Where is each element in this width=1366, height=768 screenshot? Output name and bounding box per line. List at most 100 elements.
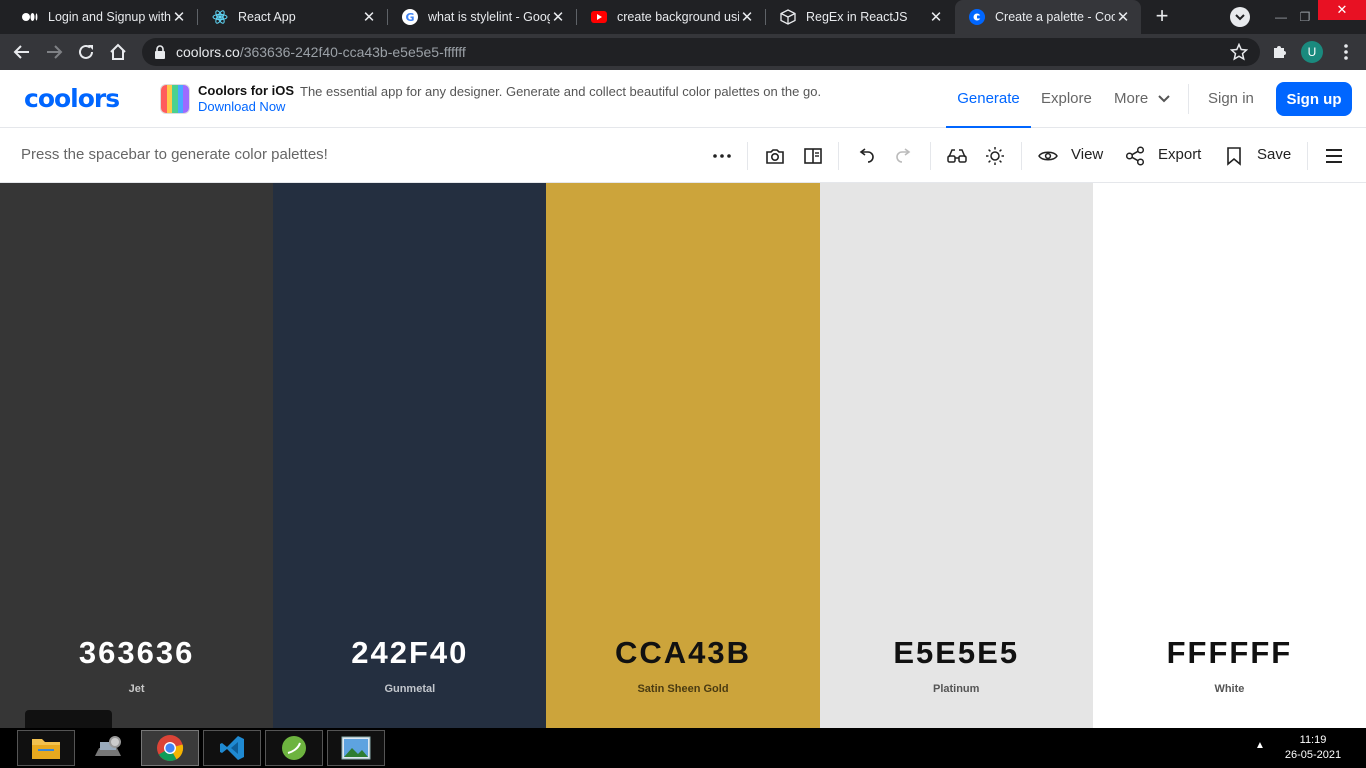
nav-explore[interactable]: Explore [1041,90,1092,107]
color-swatch[interactable]: 363636 Jet [0,183,274,728]
color-swatch[interactable]: FFFFFF White [1092,183,1366,728]
chevron-down-icon [1158,94,1170,102]
windows-taskbar: ▲ 11:19 26-05-2021 [0,728,1366,768]
tab-title: Create a palette - Coolo [995,10,1115,24]
tab-search-button[interactable] [1230,7,1250,27]
file-explorer-button[interactable] [17,730,75,766]
address-bar[interactable]: coolors.co/363636-242f40-cca43b-e5e5e5-f… [142,38,1260,66]
computer-gear-icon [95,736,121,756]
close-icon[interactable]: ✕ [171,8,187,26]
chrome-taskbar-button[interactable] [141,730,199,766]
arrow-right-icon [47,45,63,59]
spring-icon [282,736,306,760]
reload-button[interactable] [74,40,98,64]
color-name[interactable]: Platinum [820,683,1093,695]
browser-tab[interactable]: Login and Signup with ✕ [8,0,197,34]
download-now-link[interactable]: Download Now [198,99,285,114]
color-blindness-button[interactable] [945,144,969,168]
hex-code[interactable]: 363636 [0,635,273,671]
ellipsis-icon [713,154,731,158]
bookmark-star-icon[interactable] [1229,42,1249,66]
close-icon[interactable]: ✕ [550,8,566,26]
close-icon[interactable]: ✕ [361,8,377,26]
window-close-button[interactable]: ✕ [1318,0,1366,20]
nav-more[interactable]: More [1114,90,1171,107]
split-panel-icon [804,148,822,164]
adjust-palette-button[interactable] [983,144,1007,168]
extensions-button[interactable] [1268,40,1292,64]
kebab-menu-icon [1344,44,1348,60]
generator-toolbar: Press the spacebar to generate color pal… [0,128,1366,183]
close-icon[interactable]: ✕ [1115,8,1131,26]
sign-up-button[interactable]: Sign up [1276,82,1352,116]
color-name[interactable]: White [1093,683,1366,695]
color-swatch[interactable]: 242F40 Gunmetal [273,183,547,728]
browser-tab[interactable]: G what is stylelint - Googl ✕ [388,0,576,34]
browser-toolbar: coolors.co/363636-242f40-cca43b-e5e5e5-f… [0,34,1366,70]
close-icon[interactable]: ✕ [928,8,944,26]
hex-code[interactable]: E5E5E5 [820,635,1093,671]
promo-text: The essential app for any designer. Gene… [300,84,822,99]
browser-tab-active[interactable]: Create a palette - Coolo ✕ [955,0,1141,34]
undo-icon [859,148,874,163]
system-clock[interactable]: 11:19 26-05-2021 [1278,733,1348,763]
export-image-button[interactable] [763,144,787,168]
share-icon [1125,146,1145,166]
palette-view-button[interactable] [801,144,825,168]
url-host: coolors.co [176,44,240,60]
hex-code[interactable]: FFFFFF [1093,635,1366,671]
camera-icon [766,149,784,164]
color-swatch[interactable]: CCA43B Satin Sheen Gold [546,183,820,728]
tab-title: what is stylelint - Googl [428,10,550,24]
tab-title: RegEx in ReactJS [806,10,908,24]
glasses-icon [947,149,967,163]
ios-app-icon[interactable] [160,84,190,114]
view-label[interactable]: View [1071,146,1103,163]
export-label[interactable]: Export [1158,146,1201,163]
codesandbox-icon [780,9,796,25]
color-name[interactable]: Jet [0,683,273,695]
profile-avatar[interactable]: U [1301,41,1323,63]
browser-menu-button[interactable] [1334,40,1358,64]
maximize-button[interactable]: ❐ [1294,0,1316,34]
hex-code[interactable]: 242F40 [273,635,546,671]
export-button[interactable] [1123,144,1147,168]
more-options-button[interactable] [710,144,734,168]
settings-app-button[interactable] [79,730,137,766]
save-label[interactable]: Save [1257,146,1291,163]
new-tab-button[interactable]: + [1150,5,1174,29]
sun-icon [986,147,1004,165]
home-button[interactable] [106,40,130,64]
color-swatch[interactable]: E5E5E5 Platinum [819,183,1093,728]
back-button[interactable] [10,40,34,64]
coolors-logo[interactable]: coolors [24,84,120,113]
minimize-button[interactable]: — [1270,0,1292,34]
bookmark-icon [1227,147,1241,166]
color-name[interactable]: Satin Sheen Gold [546,683,819,695]
view-button[interactable] [1036,144,1060,168]
photos-taskbar-button[interactable] [327,730,385,766]
clock-date: 26-05-2021 [1284,749,1342,761]
tab-title: React App [238,10,296,24]
nav-generate[interactable]: Generate [946,70,1031,128]
close-icon[interactable]: ✕ [739,8,755,26]
hex-code[interactable]: CCA43B [546,635,819,671]
save-button[interactable] [1222,144,1246,168]
sign-in-link[interactable]: Sign in [1208,90,1254,107]
color-name[interactable]: Gunmetal [273,683,546,695]
forward-button[interactable] [42,40,66,64]
tab-title: create background usin [617,10,739,24]
floating-widget[interactable] [25,710,112,728]
url-path: /363636-242f40-cca43b-e5e5e5-ffffff [239,44,466,60]
redo-button[interactable] [892,144,916,168]
browser-tab[interactable]: React App ✕ [198,0,387,34]
vscode-taskbar-button[interactable] [203,730,261,766]
browser-tab[interactable]: create background usin ✕ [577,0,765,34]
browser-tab[interactable]: RegEx in ReactJS ✕ [766,0,954,34]
spring-taskbar-button[interactable] [265,730,323,766]
google-icon: G [402,9,418,25]
redo-icon [896,148,911,163]
show-hidden-icons-button[interactable]: ▲ [1255,740,1265,751]
menu-button[interactable] [1322,144,1346,168]
undo-button[interactable] [854,144,878,168]
